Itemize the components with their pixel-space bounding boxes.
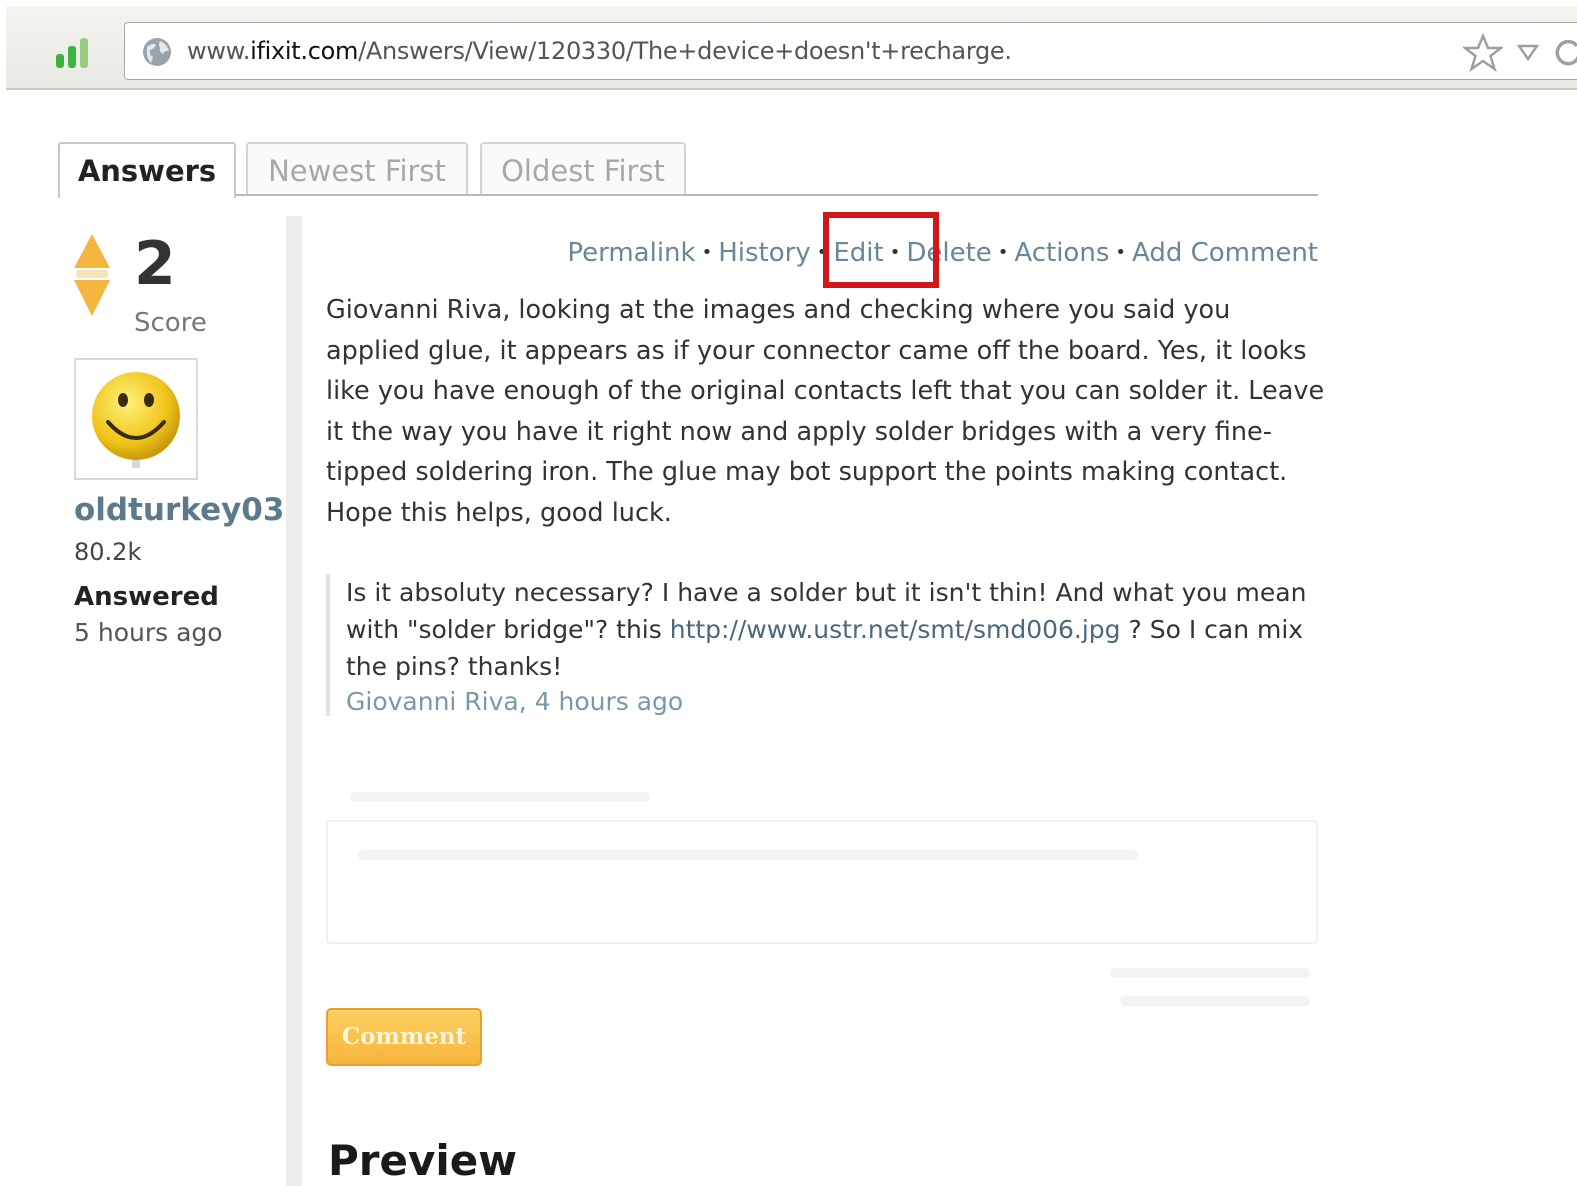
smiley-face-icon [92, 372, 180, 468]
upvote-icon[interactable] [74, 234, 110, 268]
answer-score: 2 [134, 229, 176, 299]
downvote-icon[interactable] [74, 280, 110, 316]
answer-sort-tabs: Answers Newest First Oldest First [58, 142, 1318, 198]
faded-hint [1110, 968, 1310, 978]
vote-arrows-icon [74, 234, 110, 316]
faded-placeholder [358, 850, 1138, 860]
tab-oldest-first[interactable]: Oldest First [480, 142, 686, 196]
faded-label [350, 792, 650, 802]
signal-icon [56, 38, 88, 68]
answer-author[interactable]: oldturkey03 [74, 492, 284, 528]
globe-icon [143, 38, 171, 66]
edit-highlight-box [823, 212, 939, 288]
reload-icon[interactable] [1553, 37, 1577, 67]
url-text[interactable]: www.ifixit.com/Answers/View/120330/The+d… [187, 37, 1012, 65]
tabs-divider [58, 194, 1318, 196]
comment-meta[interactable]: Giovanni Riva, 4 hours ago [346, 687, 1316, 716]
browser-toolbar: www.ifixit.com/Answers/View/120330/The+d… [6, 6, 1577, 90]
bookmark-star-icon[interactable] [1463, 33, 1503, 73]
answered-label: Answered [74, 582, 219, 612]
url-path: /Answers/View/120330/The+device+doesn't+… [358, 37, 1012, 65]
dropdown-arrow-icon[interactable] [1517, 43, 1539, 61]
tab-newest-first[interactable]: Newest First [246, 142, 468, 196]
add-comment-link[interactable]: Add Comment [1132, 238, 1318, 268]
preview-heading: Preview [328, 1136, 518, 1185]
actions-link[interactable]: Actions [1014, 238, 1109, 268]
permalink-link[interactable]: Permalink [567, 238, 695, 268]
faded-hint-2 [1120, 996, 1310, 1006]
answer-body: Giovanni Riva, looking at the images and… [326, 295, 1325, 528]
comment: Is it absoluty necessary? I have a solde… [326, 574, 1316, 716]
comment-text: Is it absoluty necessary? I have a solde… [346, 574, 1316, 685]
history-link[interactable]: History [718, 238, 811, 268]
address-bar[interactable]: www.ifixit.com/Answers/View/120330/The+d… [124, 22, 1577, 80]
comment-button[interactable]: Comment [326, 1008, 482, 1066]
comment-input[interactable] [326, 820, 1318, 944]
url-domain: ifixit.com [250, 37, 359, 65]
author-reputation: 80.2k [74, 538, 142, 566]
answer-actions: Permalink • History • Edit • Delete • Actions • Ad… [567, 238, 1318, 268]
comment-link[interactable]: http://www.ustr.net/smt/smd006.jpg [670, 615, 1121, 644]
column-divider [286, 216, 302, 1186]
url-prefix: www. [187, 37, 251, 65]
score-label: Score [134, 308, 207, 338]
answered-time: 5 hours ago [74, 618, 223, 647]
avatar[interactable] [74, 358, 198, 480]
tab-answers[interactable]: Answers [58, 142, 236, 198]
